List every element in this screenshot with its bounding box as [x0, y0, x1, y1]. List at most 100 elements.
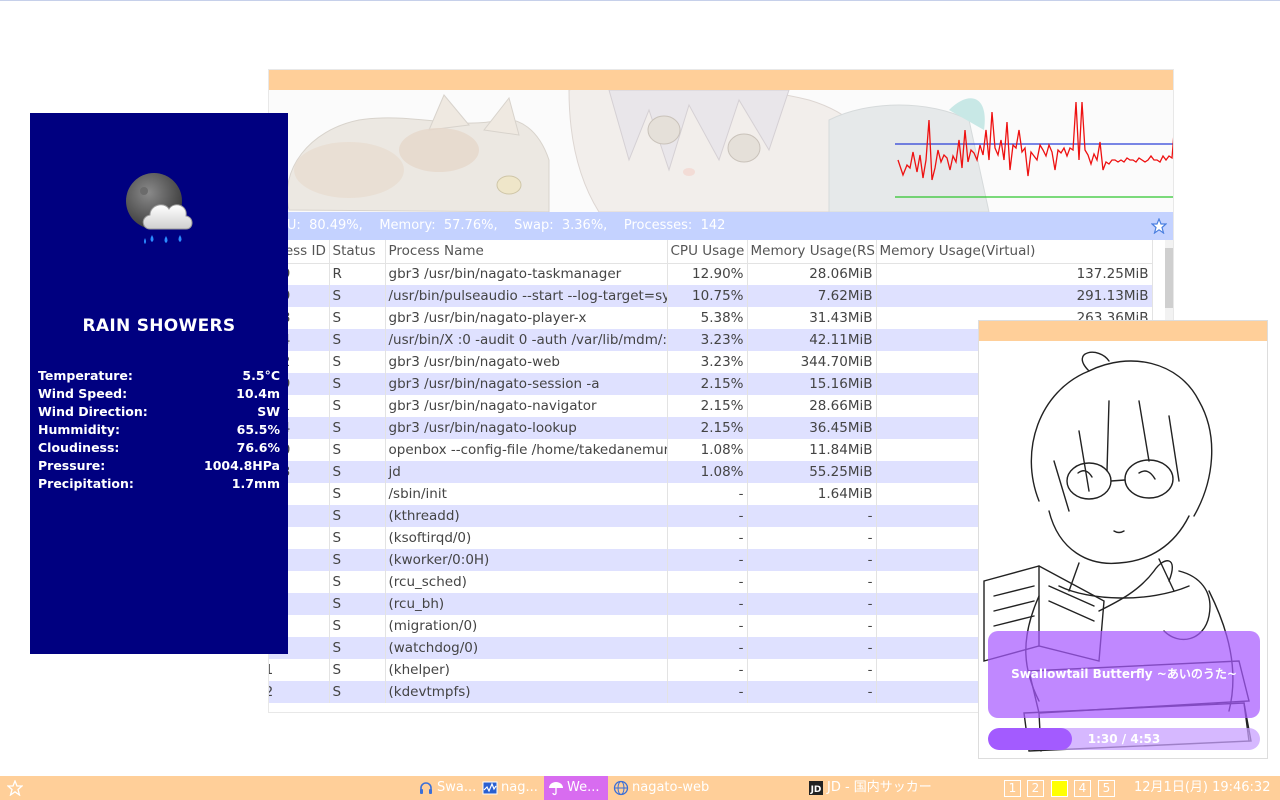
weather-label: Temperature: [38, 368, 133, 383]
workspace-2[interactable]: 2 [1027, 780, 1044, 797]
memory-rss-cell: - [747, 659, 877, 681]
process-status-cell: S [329, 659, 386, 681]
process-status-cell: S [329, 681, 386, 703]
song-title[interactable]: Swallowtail Butterfly ~あいのうた~ [988, 631, 1260, 718]
weather-row: Precipitation: 1.7mm [38, 475, 280, 493]
process-status-cell: S [329, 351, 386, 373]
process-status-cell: S [329, 417, 386, 439]
memory-rss-cell: - [747, 505, 877, 527]
weather-value: 65.5% [236, 422, 280, 437]
activity-monitor-icon [482, 781, 498, 795]
column-header-rss[interactable]: Memory Usage(RSS) [747, 240, 877, 264]
column-header-name[interactable]: Process Name [385, 240, 668, 264]
weather-row: Temperature: 5.5°C [38, 367, 280, 385]
process-name-cell: (migration/0) [385, 615, 668, 637]
weather-details: Temperature: 5.5°C Wind Speed: 10.4m Wind Di… [38, 367, 280, 493]
cpu-usage-cell: - [667, 681, 748, 703]
process-status-cell: S [329, 461, 386, 483]
memory-virtual-cell: 137.25MiB [876, 263, 1153, 285]
globe-icon [613, 780, 629, 796]
process-name-cell: /sbin/init [385, 483, 668, 505]
process-name-cell: (kthreadd) [385, 505, 668, 527]
taskbar: Swa... nag... We... nagato-web JD JD - 国… [0, 776, 1280, 800]
process-status-cell: S [329, 593, 386, 615]
process-name-cell: gbr3 /usr/bin/nagato-session -a [385, 373, 668, 395]
cpu-usage-cell: 3.23% [667, 351, 748, 373]
process-status-cell: S [329, 373, 386, 395]
memory-rss-cell: - [747, 549, 877, 571]
cpu-usage-cell: 2.15% [667, 373, 748, 395]
workspace-1[interactable]: 1 [1004, 780, 1021, 797]
cpu-usage-cell: - [667, 637, 748, 659]
process-name-cell: gbr3 /usr/bin/nagato-player-x [385, 307, 668, 329]
memory-stat: Memory: 57.76%, [379, 218, 498, 233]
star-icon[interactable] [1151, 218, 1167, 234]
process-id-cell: 11 [269, 659, 330, 681]
workspace-4[interactable]: 4 [1074, 780, 1091, 797]
weather-value: SW [257, 404, 280, 419]
process-status-cell: S [329, 395, 386, 417]
memory-rss-cell: - [747, 615, 877, 637]
workspace-3[interactable]: 3 [1051, 780, 1068, 797]
taskbar-task-jd[interactable]: JD JD - 国内サッカー [808, 776, 938, 800]
weather-value: 1.7mm [231, 476, 280, 491]
svg-text:JD: JD [810, 785, 822, 795]
process-status-cell: S [329, 549, 386, 571]
workspace-5[interactable]: 5 [1098, 780, 1115, 797]
cpu-memory-graph [895, 101, 1173, 198]
process-status-cell: S [329, 615, 386, 637]
taskbar-task-label: Swa... [437, 780, 477, 795]
process-name-cell: (khelper) [385, 659, 668, 681]
playback-progress-bar[interactable]: 1:30 / 4:53 [988, 728, 1260, 750]
processes-stat: Processes: 142 [623, 218, 726, 233]
umbrella-icon [549, 782, 563, 796]
memory-rss-cell: - [747, 593, 877, 615]
process-name-cell: (ksoftirqd/0) [385, 527, 668, 549]
cpu-usage-cell: - [667, 593, 748, 615]
taskbar-task-label: We... [567, 780, 600, 795]
weather-value: 10.4m [236, 386, 280, 401]
process-name-cell: jd [385, 461, 668, 483]
column-header-status[interactable]: Status [329, 240, 386, 264]
player-titlebar[interactable] [979, 321, 1267, 341]
process-status-cell: S [329, 307, 386, 329]
taskbar-task-weather[interactable]: We... [544, 776, 608, 800]
jd-icon: JD [809, 781, 823, 795]
table-header-row: Process ID Status Process Name CPU Usage… [269, 240, 1153, 264]
process-status-cell: S [329, 439, 386, 461]
weather-row: Wind Direction: SW [38, 403, 280, 421]
memory-rss-cell: 55.25MiB [747, 461, 877, 483]
process-status-cell: S [329, 285, 386, 307]
process-name-cell: (kdevtmpfs) [385, 681, 668, 703]
table-row[interactable]: 2639S/usr/bin/pulseaudio --start --log-t… [269, 285, 1153, 307]
taskbar-task-taskmanager[interactable]: nag... [482, 776, 544, 800]
weather-condition: RAIN SHOWERS [82, 316, 236, 336]
cpu-usage-cell: - [667, 527, 748, 549]
process-name-cell: (rcu_sched) [385, 571, 668, 593]
column-header-virtual[interactable]: Memory Usage(Virtual) [876, 240, 1153, 264]
star-icon[interactable] [7, 780, 23, 796]
table-row[interactable]: 2679Rgbr3 /usr/bin/nagato-taskmanager12.… [269, 263, 1153, 285]
scrollbar-thumb[interactable] [1165, 248, 1173, 308]
process-name-cell: gbr3 /usr/bin/nagato-web [385, 351, 668, 373]
taskbar-task-label: nag... [501, 780, 538, 795]
taskbar-task-web[interactable]: nagato-web [613, 776, 723, 800]
column-header-cpu[interactable]: CPU Usage [667, 240, 748, 264]
weather-value: 76.6% [236, 440, 280, 455]
process-name-cell: gbr3 /usr/bin/nagato-lookup [385, 417, 668, 439]
process-name-cell: gbr3 /usr/bin/nagato-navigator [385, 395, 668, 417]
process-status-cell: S [329, 637, 386, 659]
cpu-usage-cell: 12.90% [667, 263, 748, 285]
memory-rss-cell: - [747, 571, 877, 593]
weather-value: 1004.8HPa [204, 458, 280, 473]
cpu-usage-cell: 1.08% [667, 461, 748, 483]
taskbar-task-label: JD - 国内サッカー [827, 780, 932, 795]
memory-rss-cell: - [747, 637, 877, 659]
memory-rss-cell: - [747, 681, 877, 703]
process-name-cell: openbox --config-file /home/takedanemuru [385, 439, 668, 461]
taskmanager-titlebar[interactable] [269, 70, 1173, 90]
taskbar-task-player[interactable]: Swa... [418, 776, 482, 800]
process-status-cell: S [329, 527, 386, 549]
process-name-cell: (watchdog/0) [385, 637, 668, 659]
music-player-window: Swallowtail Butterfly ~あいのうた~ 1:30 / 4:5… [978, 320, 1268, 759]
